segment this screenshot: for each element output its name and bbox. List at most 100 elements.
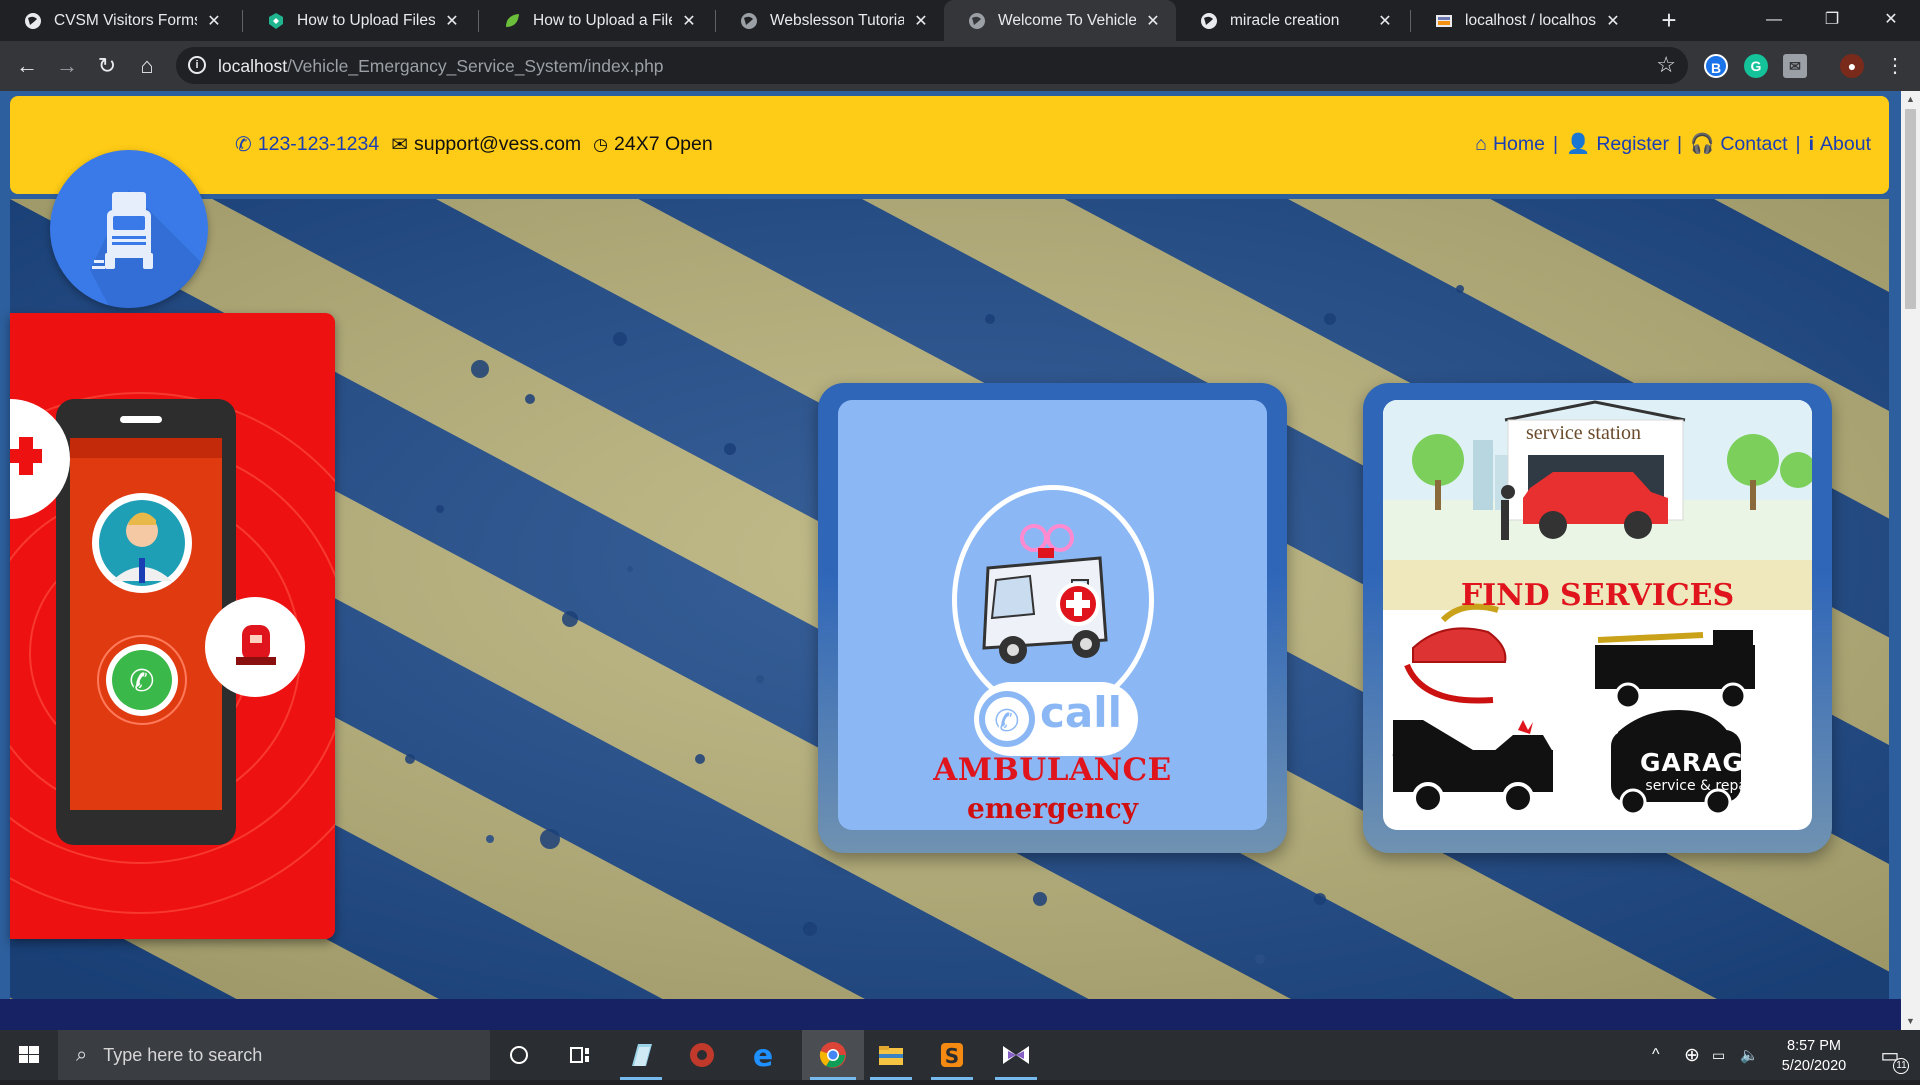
tab-title: How to Upload Files on [297, 11, 435, 29]
nav-register[interactable]: 👤 Register [1566, 132, 1669, 156]
nav-contact[interactable]: 🎧 Contact [1690, 132, 1787, 156]
search-placeholder: Type here to search [103, 1044, 263, 1065]
svg-text:✆: ✆ [994, 704, 1019, 739]
site-logo[interactable] [50, 150, 208, 308]
red-app-icon [690, 1043, 714, 1067]
reload-button[interactable]: ↻ [92, 51, 122, 81]
tab-miracle-creation[interactable]: miracle creation ✕ [1176, 0, 1408, 41]
scroll-down-arrow[interactable]: ▼ [1901, 1013, 1920, 1030]
truck-icon [90, 190, 208, 308]
home-button[interactable]: ⌂ [132, 51, 162, 81]
search-icon: ⌕ [76, 1043, 88, 1066]
page-viewport: ✆ 123-123-1234 ✉ support@vess.com ◷ 24X7… [0, 91, 1901, 1030]
nav-contact-label: Contact [1720, 132, 1788, 155]
start-button[interactable] [0, 1030, 58, 1080]
mail-extension-icon[interactable]: ✉ [1783, 54, 1807, 78]
ambulance-subtitle: emergency [966, 792, 1139, 825]
tab-vehicle-emergency[interactable]: Welcome To Vehicle Em ✕ [944, 0, 1176, 41]
shield-icon [269, 12, 283, 29]
profile-avatar[interactable]: ● [1840, 54, 1864, 78]
ambulance-card-image: ✆ call AMBULANCE emergency [838, 400, 1267, 830]
menu-kebab-icon[interactable]: ⋮ [1880, 51, 1910, 81]
close-icon[interactable]: ✕ [680, 11, 698, 31]
page-scrollbar[interactable]: ▲ ▼ [1901, 91, 1920, 1030]
opening-hours: 24X7 Open [614, 133, 713, 155]
taskbar-app-visual-studio[interactable] [987, 1030, 1045, 1080]
taskbar-app-notes[interactable] [612, 1030, 670, 1080]
language-globe-icon[interactable]: ⊕ [1684, 1030, 1700, 1080]
back-button[interactable]: ← [12, 51, 42, 81]
battery-icon[interactable]: ▭ [1712, 1030, 1725, 1080]
cortana-button[interactable] [490, 1030, 548, 1080]
b-extension-icon[interactable]: B [1704, 54, 1728, 78]
taskbar-clock[interactable]: 8:57 PM 5/20/2020 [1762, 1036, 1866, 1076]
tab-title: CVSM Visitors Forms [54, 11, 197, 29]
tray-overflow-button[interactable]: ^ [1652, 1030, 1660, 1080]
taskbar-search-box[interactable]: ⌕ Type here to search [58, 1030, 490, 1080]
ambulance-call-label: call [1040, 688, 1123, 737]
notification-count: 11 [1893, 1057, 1910, 1074]
minimize-button[interactable]: — [1745, 0, 1803, 41]
notification-icon: ▭ 11 [1881, 1043, 1910, 1074]
emergency-call-banner: ✆ [10, 313, 335, 939]
task-view-icon [570, 1047, 589, 1063]
close-icon[interactable]: ✕ [443, 11, 461, 31]
address-bar[interactable]: i localhost/Vehicle_Emergancy_Service_Sy… [176, 47, 1688, 84]
contact-info: ✆ 123-123-1234 ✉ support@vess.com ◷ 24X7… [235, 132, 713, 157]
leaf-icon [506, 13, 519, 27]
new-tab-button[interactable]: + [1655, 6, 1683, 34]
find-services-title: FIND SERVICES [1460, 578, 1735, 613]
url-text[interactable]: localhost/Vehicle_Emergancy_Service_Syst… [218, 56, 664, 77]
edge-icon: e [753, 1040, 773, 1070]
tab-upload-files[interactable]: How to Upload Files on ✕ [243, 0, 475, 41]
volume-icon[interactable]: 🔈 [1740, 1030, 1759, 1080]
user-icon: 👤 [1566, 133, 1591, 155]
svg-text:✆: ✆ [129, 664, 154, 699]
sublime-text-icon: S [941, 1043, 963, 1068]
close-icon[interactable]: ✕ [912, 11, 930, 31]
info-icon[interactable]: i [188, 56, 206, 74]
phone-icon: ✆ [235, 134, 252, 156]
tab-upload-file[interactable]: How to Upload a File in ✕ [479, 0, 712, 41]
close-icon[interactable]: ✕ [1376, 11, 1394, 31]
close-window-button[interactable]: ✕ [1862, 0, 1920, 41]
tab-webslesson[interactable]: Webslesson Tutorial ✕ [716, 0, 944, 41]
taskbar-app-edge[interactable]: e [734, 1030, 792, 1080]
task-view-button[interactable] [551, 1030, 609, 1080]
find-services-image: service station FIND SERVICES GARAGE ser… [1383, 400, 1812, 830]
ambulance-card[interactable]: ✆ call AMBULANCE emergency [818, 383, 1287, 853]
nav-divider: | [1795, 132, 1801, 155]
bookmark-star-icon[interactable]: ☆ [1656, 52, 1676, 78]
scroll-up-arrow[interactable]: ▲ [1901, 91, 1920, 108]
close-icon[interactable]: ✕ [205, 11, 223, 31]
close-icon[interactable]: ✕ [1144, 11, 1162, 31]
taskbar-app-sublime[interactable]: S [923, 1030, 981, 1080]
forward-button[interactable]: → [52, 51, 82, 81]
garage-subtitle: service & repair [1645, 778, 1757, 794]
support-email: support@vess.com [413, 133, 582, 155]
nav-about[interactable]: i About [1809, 133, 1871, 156]
taskbar-app-chrome[interactable] [802, 1030, 864, 1080]
restore-button[interactable]: ❐ [1803, 0, 1861, 41]
notification-center-button[interactable]: ▭ 11 [1865, 1030, 1915, 1080]
cortana-circle-icon [510, 1046, 528, 1064]
windows-taskbar: ⌕ Type here to search e S ^ ⊕ ▭ 🔈 8:57 P… [0, 1030, 1920, 1080]
nav-home-label: Home [1492, 132, 1545, 155]
notes-app-icon [632, 1044, 652, 1066]
tab-title: localhost / localhost / m [1465, 11, 1596, 29]
tab-cvsm[interactable]: CVSM Visitors Forms ✕ [0, 0, 237, 41]
nav-home[interactable]: ⌂ Home [1475, 133, 1545, 156]
grammarly-icon[interactable]: G [1744, 54, 1768, 78]
tab-phpmyadmin[interactable]: localhost / localhost / m ✕ [1411, 0, 1636, 41]
close-icon[interactable]: ✕ [1604, 11, 1622, 31]
globe-icon [969, 12, 985, 29]
tab-title: Welcome To Vehicle Em [998, 11, 1136, 29]
clock-time: 8:57 PM [1787, 1038, 1841, 1054]
envelope-icon: ✉ [391, 134, 408, 156]
find-services-card[interactable]: service station FIND SERVICES GARAGE ser… [1363, 383, 1832, 853]
home-icon: ⌂ [1475, 132, 1487, 155]
footer-bar [0, 999, 1901, 1030]
scrollbar-thumb[interactable] [1905, 109, 1916, 309]
taskbar-app-rednotebook[interactable] [673, 1030, 731, 1080]
taskbar-app-file-explorer[interactable] [862, 1030, 920, 1080]
